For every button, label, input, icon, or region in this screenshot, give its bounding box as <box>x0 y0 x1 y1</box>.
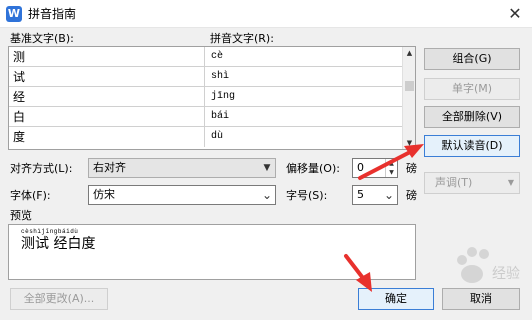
change-all-button[interactable]: 全部更改(A)... <box>10 288 108 310</box>
preview-label: 预览 <box>10 209 32 222</box>
preview-box: cèshìjīngbáidù 测试 经白度 <box>8 224 416 280</box>
combine-button[interactable]: 组合(G) <box>424 48 520 70</box>
grid-row: 白 bái <box>9 107 403 127</box>
spinner-controls[interactable]: ▲ ▼ <box>385 159 397 177</box>
chevron-down-icon: ⌄ <box>383 188 395 202</box>
pinyin-text-cell[interactable]: jīng <box>205 87 403 107</box>
alignment-value: 右对齐 <box>93 161 126 174</box>
wps-app-icon: W <box>6 6 22 22</box>
grid-row: 经 jīng <box>9 87 403 107</box>
scroll-thumb[interactable] <box>405 81 414 91</box>
alignment-select[interactable]: 右对齐 ▼ <box>88 158 276 178</box>
pinyin-text-header: 拼音文字(R): <box>210 32 274 45</box>
pinyin-text-cell[interactable]: bái <box>205 107 403 127</box>
grid-row: 试 shì <box>9 67 403 87</box>
size-label: 字号(S): <box>286 189 328 202</box>
size-value: 5 <box>357 188 364 201</box>
title-bar: W 拼音指南 ✕ <box>0 0 532 28</box>
phonetic-grid: 测 cè 试 shì 经 jīng 白 bái 度 dù ▲ ▼ <box>8 46 416 150</box>
tone-dropdown-icon: ▼ <box>507 178 514 187</box>
base-text-cell[interactable]: 白 <box>9 107 205 127</box>
base-text-cell[interactable]: 试 <box>9 67 205 87</box>
base-text-cell[interactable]: 测 <box>9 47 205 67</box>
chevron-down-icon: ⌄ <box>261 188 273 202</box>
baidu-paw-icon: 经验 <box>450 244 524 298</box>
grid-row: 度 dù <box>9 127 403 147</box>
font-select[interactable]: 仿宋 ⌄ <box>88 185 276 205</box>
pinyin-text-cell[interactable]: dù <box>205 127 403 147</box>
base-text-header: 基准文字(B): <box>10 32 74 45</box>
tone-button[interactable]: 声调(T) ▼ <box>424 172 520 194</box>
pinyin-text-cell[interactable]: cè <box>205 47 403 67</box>
pinyin-text-cell[interactable]: shì <box>205 67 403 87</box>
font-label: 字体(F): <box>10 189 51 202</box>
delete-all-button[interactable]: 全部删除(V) <box>424 106 520 128</box>
close-icon[interactable]: ✕ <box>498 0 532 28</box>
size-unit: 磅 <box>406 189 417 202</box>
single-char-button[interactable]: 单字(M) <box>424 78 520 100</box>
offset-label: 偏移量(O): <box>286 162 340 175</box>
size-select[interactable]: 5 ⌄ <box>352 185 398 205</box>
dropdown-arrow-icon: ▼ <box>263 163 271 173</box>
default-reading-button[interactable]: 默认读音(D) <box>424 135 520 157</box>
ok-button[interactable]: 确定 <box>358 288 434 310</box>
spin-up-icon[interactable]: ▲ <box>386 159 397 168</box>
tone-button-label: 声调(T) <box>435 176 473 189</box>
offset-unit: 磅 <box>406 162 417 175</box>
grid-row: 测 cè <box>9 47 403 67</box>
watermark-text: 经验 <box>492 266 520 282</box>
spin-down-icon[interactable]: ▼ <box>386 168 397 177</box>
preview-text: 测试 经白度 <box>21 236 96 252</box>
scroll-down-icon[interactable]: ▼ <box>403 137 416 149</box>
base-text-cell[interactable]: 经 <box>9 87 205 107</box>
offset-value: 0 <box>357 161 364 174</box>
grid-scrollbar[interactable]: ▲ ▼ <box>402 47 415 149</box>
base-text-cell[interactable]: 度 <box>9 127 205 147</box>
alignment-label: 对齐方式(L): <box>10 162 73 175</box>
offset-spinner[interactable]: 0 ▲ ▼ <box>352 158 398 178</box>
window-title: 拼音指南 <box>28 7 77 21</box>
scroll-up-icon[interactable]: ▲ <box>403 47 416 59</box>
font-value: 仿宋 <box>93 188 115 201</box>
preview-pinyin: cèshìjīngbáidù <box>21 228 79 235</box>
